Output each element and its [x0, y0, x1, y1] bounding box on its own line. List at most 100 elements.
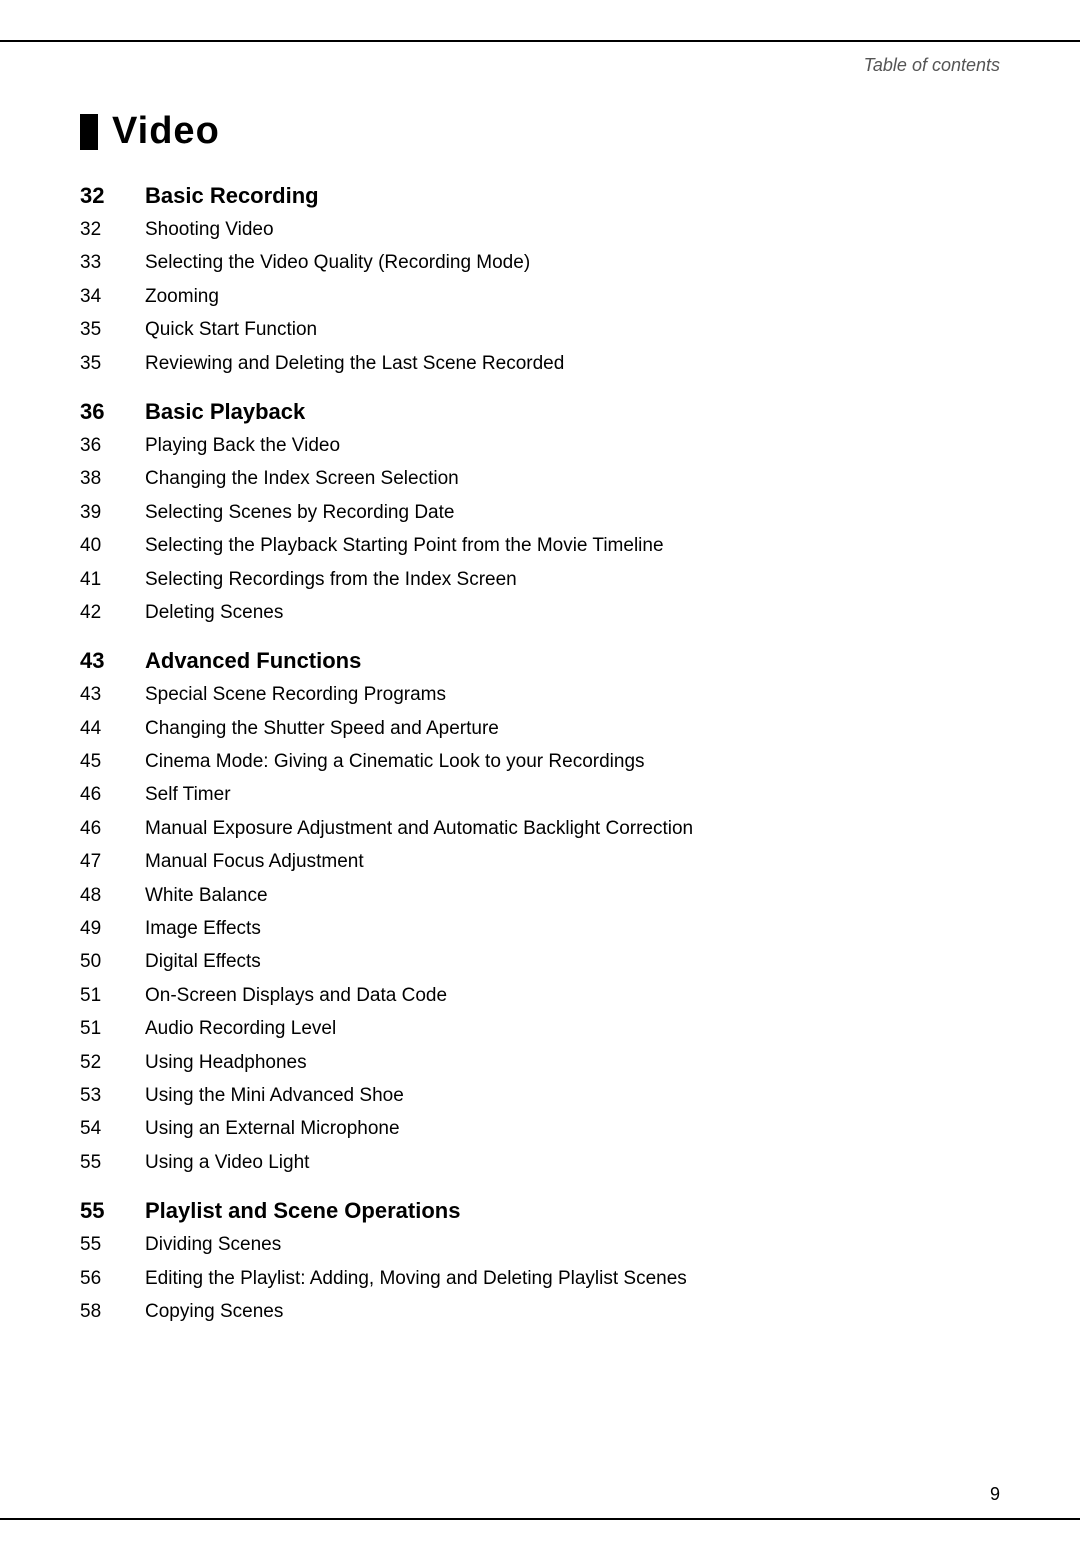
toc-entry: 55Dividing Scenes — [80, 1230, 1000, 1260]
toc-entry: 53Using the Mini Advanced Shoe — [80, 1081, 1000, 1111]
toc-entry: 44Changing the Shutter Speed and Apertur… — [80, 714, 1000, 744]
toc-entry-number: 54 — [80, 1114, 145, 1144]
toc-entry-text: Cinema Mode: Giving a Cinematic Look to … — [145, 747, 645, 777]
toc-entry-number: 42 — [80, 598, 145, 628]
toc-section-playlist-scene-operations: 55Playlist and Scene Operations55Dividin… — [80, 1198, 1000, 1327]
toc-sections-container: 32Basic Recording32Shooting Video33Selec… — [80, 183, 1000, 1327]
toc-entry: 56Editing the Playlist: Adding, Moving a… — [80, 1264, 1000, 1294]
toc-entry-number: 33 — [80, 248, 145, 278]
toc-entry-text: Using an External Microphone — [145, 1114, 400, 1144]
toc-entry-text: Changing the Index Screen Selection — [145, 464, 459, 494]
toc-entry: 40Selecting the Playback Starting Point … — [80, 531, 1000, 561]
toc-entry-number: 47 — [80, 847, 145, 877]
toc-entry-text: Self Timer — [145, 780, 231, 810]
toc-section-header-advanced-functions: 43Advanced Functions — [80, 648, 1000, 674]
toc-section-label-playlist-scene-operations: Playlist and Scene Operations — [145, 1198, 460, 1224]
toc-entry-number: 51 — [80, 1014, 145, 1044]
toc-section-number-basic-recording: 32 — [80, 183, 145, 209]
toc-entry: 43Special Scene Recording Programs — [80, 680, 1000, 710]
toc-entry: 36Playing Back the Video — [80, 431, 1000, 461]
toc-entry-text: Zooming — [145, 282, 219, 312]
toc-entry: 35Reviewing and Deleting the Last Scene … — [80, 349, 1000, 379]
toc-entry: 46Manual Exposure Adjustment and Automat… — [80, 814, 1000, 844]
toc-entry-text: Audio Recording Level — [145, 1014, 336, 1044]
toc-entry-number: 53 — [80, 1081, 145, 1111]
toc-entry-number: 56 — [80, 1264, 145, 1294]
toc-section-header-basic-recording: 32Basic Recording — [80, 183, 1000, 209]
toc-entry-text: Selecting the Playback Starting Point fr… — [145, 531, 664, 561]
toc-entry: 58Copying Scenes — [80, 1297, 1000, 1327]
toc-entry: 35Quick Start Function — [80, 315, 1000, 345]
toc-entry: 55Using a Video Light — [80, 1148, 1000, 1178]
toc-entry-number: 38 — [80, 464, 145, 494]
page-number: 9 — [990, 1484, 1000, 1505]
toc-entry-number: 48 — [80, 881, 145, 911]
toc-entry: 39Selecting Scenes by Recording Date — [80, 498, 1000, 528]
section-title: Video — [80, 110, 1000, 153]
toc-entry-number: 43 — [80, 680, 145, 710]
toc-entry-text: Image Effects — [145, 914, 261, 944]
toc-entry-number: 46 — [80, 780, 145, 810]
content-area: Video 32Basic Recording32Shooting Video3… — [0, 0, 1080, 1427]
page-container: Table of contents Video 32Basic Recordin… — [0, 0, 1080, 1560]
toc-entry-text: Shooting Video — [145, 215, 274, 245]
toc-entry: 34Zooming — [80, 282, 1000, 312]
toc-entry-number: 58 — [80, 1297, 145, 1327]
toc-section-number-advanced-functions: 43 — [80, 648, 145, 674]
toc-entry-number: 39 — [80, 498, 145, 528]
toc-section-label-basic-playback: Basic Playback — [145, 399, 305, 425]
toc-entry-text: Manual Focus Adjustment — [145, 847, 364, 877]
toc-section-header-basic-playback: 36Basic Playback — [80, 399, 1000, 425]
toc-entries-basic-playback: 36Playing Back the Video38Changing the I… — [80, 431, 1000, 628]
toc-entry-text: Using the Mini Advanced Shoe — [145, 1081, 404, 1111]
toc-entries-basic-recording: 32Shooting Video33Selecting the Video Qu… — [80, 215, 1000, 379]
toc-entry: 46Self Timer — [80, 780, 1000, 810]
toc-entry: 50Digital Effects — [80, 947, 1000, 977]
toc-entry-text: Manual Exposure Adjustment and Automatic… — [145, 814, 693, 844]
toc-entry-text: Special Scene Recording Programs — [145, 680, 446, 710]
toc-section-number-playlist-scene-operations: 55 — [80, 1198, 145, 1224]
toc-entry: 51On-Screen Displays and Data Code — [80, 981, 1000, 1011]
toc-entry-text: Using a Video Light — [145, 1148, 309, 1178]
toc-section-basic-recording: 32Basic Recording32Shooting Video33Selec… — [80, 183, 1000, 379]
toc-entry-number: 44 — [80, 714, 145, 744]
toc-entry-text: Changing the Shutter Speed and Aperture — [145, 714, 499, 744]
toc-section-label-basic-recording: Basic Recording — [145, 183, 319, 209]
toc-entry-text: White Balance — [145, 881, 268, 911]
toc-section-number-basic-playback: 36 — [80, 399, 145, 425]
toc-entry-number: 40 — [80, 531, 145, 561]
toc-entry: 49Image Effects — [80, 914, 1000, 944]
toc-entry: 51Audio Recording Level — [80, 1014, 1000, 1044]
toc-entry: 38Changing the Index Screen Selection — [80, 464, 1000, 494]
toc-entry-text: Dividing Scenes — [145, 1230, 281, 1260]
toc-entry-number: 32 — [80, 215, 145, 245]
toc-entry-number: 51 — [80, 981, 145, 1011]
toc-entry: 41Selecting Recordings from the Index Sc… — [80, 565, 1000, 595]
toc-entry-text: Playing Back the Video — [145, 431, 340, 461]
toc-entry-text: Digital Effects — [145, 947, 261, 977]
toc-entry-number: 55 — [80, 1230, 145, 1260]
toc-entry-number: 50 — [80, 947, 145, 977]
section-marker-block — [80, 114, 98, 150]
toc-entry-text: Using Headphones — [145, 1048, 307, 1078]
toc-section-advanced-functions: 43Advanced Functions43Special Scene Reco… — [80, 648, 1000, 1178]
toc-entries-playlist-scene-operations: 55Dividing Scenes56Editing the Playlist:… — [80, 1230, 1000, 1327]
toc-entry-text: Reviewing and Deleting the Last Scene Re… — [145, 349, 564, 379]
toc-entry-number: 41 — [80, 565, 145, 595]
toc-entry-number: 36 — [80, 431, 145, 461]
toc-entry: 48White Balance — [80, 881, 1000, 911]
toc-entry-number: 46 — [80, 814, 145, 844]
toc-section-header-playlist-scene-operations: 55Playlist and Scene Operations — [80, 1198, 1000, 1224]
section-title-text: Video — [112, 110, 220, 153]
toc-entry: 52Using Headphones — [80, 1048, 1000, 1078]
toc-entry-text: Selecting Scenes by Recording Date — [145, 498, 454, 528]
toc-entry-number: 34 — [80, 282, 145, 312]
toc-section-label-advanced-functions: Advanced Functions — [145, 648, 361, 674]
toc-section-basic-playback: 36Basic Playback36Playing Back the Video… — [80, 399, 1000, 628]
toc-entry-number: 35 — [80, 315, 145, 345]
toc-entry: 33Selecting the Video Quality (Recording… — [80, 248, 1000, 278]
bottom-border — [0, 1518, 1080, 1520]
toc-entry-number: 55 — [80, 1148, 145, 1178]
toc-entry: 45Cinema Mode: Giving a Cinematic Look t… — [80, 747, 1000, 777]
toc-entry-text: Editing the Playlist: Adding, Moving and… — [145, 1264, 687, 1294]
